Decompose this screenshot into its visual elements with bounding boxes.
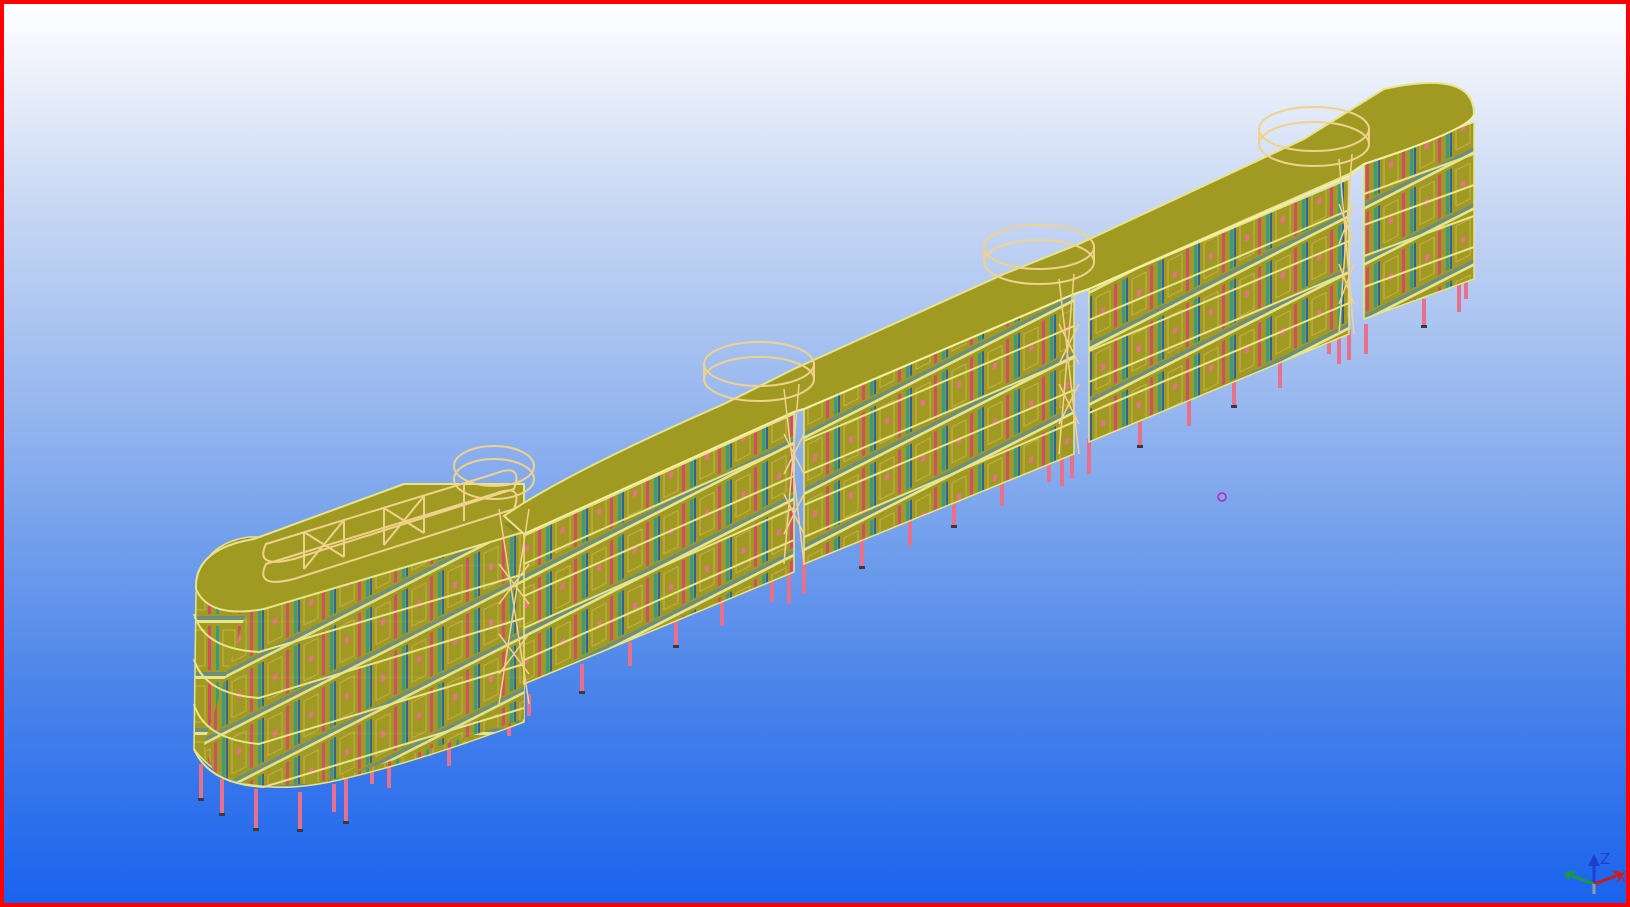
- z-axis-label: Z: [1600, 850, 1610, 868]
- building-block-west: [193, 445, 535, 789]
- x-axis-icon: [1593, 874, 1617, 886]
- building-model-scene[interactable]: Z X: [4, 4, 1630, 907]
- y-axis-arrow-icon: [1564, 870, 1576, 880]
- axis-triad[interactable]: Z X: [1564, 850, 1626, 894]
- x-axis-label: X: [1616, 868, 1626, 886]
- circle-marker-icon: [1217, 492, 1227, 502]
- z-axis-arrow-icon: [1588, 854, 1600, 866]
- y-axis-icon: [1571, 874, 1595, 886]
- 3d-model-viewport[interactable]: Z X: [0, 0, 1630, 907]
